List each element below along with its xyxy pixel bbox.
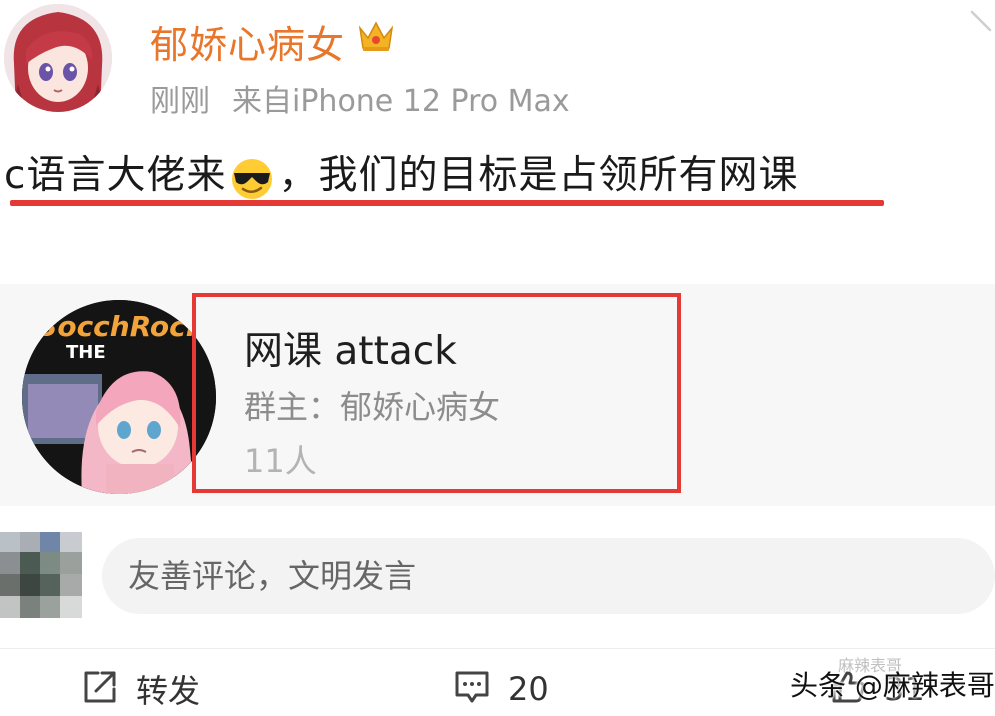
post-time: 刚刚 (150, 84, 210, 119)
post-text-part1: c语言大佬来 (4, 153, 227, 198)
group-member-count: 11人 (244, 442, 317, 480)
post-text-part2: ，我们的目标是占领所有网课 (278, 153, 799, 198)
divider (0, 648, 995, 649)
post-text: c语言大佬来 ，我们的目标是占领所有网课 (4, 144, 798, 201)
more-chevron-icon[interactable] (968, 8, 994, 34)
post-source: 来自iPhone 12 Pro Max (232, 84, 570, 119)
group-avatar[interactable]: BocchRock THE (22, 300, 216, 494)
group-owner: 群主：郁娇心病女 (244, 388, 501, 426)
comment-count: 20 (508, 670, 549, 708)
repost-icon (80, 667, 120, 711)
watermark: 头条 @麻辣表哥 (790, 669, 995, 702)
author-avatar[interactable] (4, 4, 112, 112)
post-meta: 刚刚 来自iPhone 12 Pro Max (150, 76, 570, 120)
svg-text:THE: THE (66, 342, 106, 363)
comment-icon (452, 667, 492, 711)
group-name[interactable]: 网课 attack (244, 320, 457, 376)
crown-icon (357, 18, 395, 54)
current-user-avatar (0, 532, 82, 618)
comment-input[interactable]: 友善评论，文明发言 (102, 538, 995, 614)
highlight-underline (10, 200, 884, 206)
repost-button[interactable]: 转发 (80, 662, 200, 716)
repost-label: 转发 (136, 672, 201, 710)
author-name[interactable]: 郁娇心病女 (150, 14, 345, 69)
comment-button[interactable]: 20 (452, 662, 549, 716)
sunglasses-emoji-icon (228, 155, 276, 201)
